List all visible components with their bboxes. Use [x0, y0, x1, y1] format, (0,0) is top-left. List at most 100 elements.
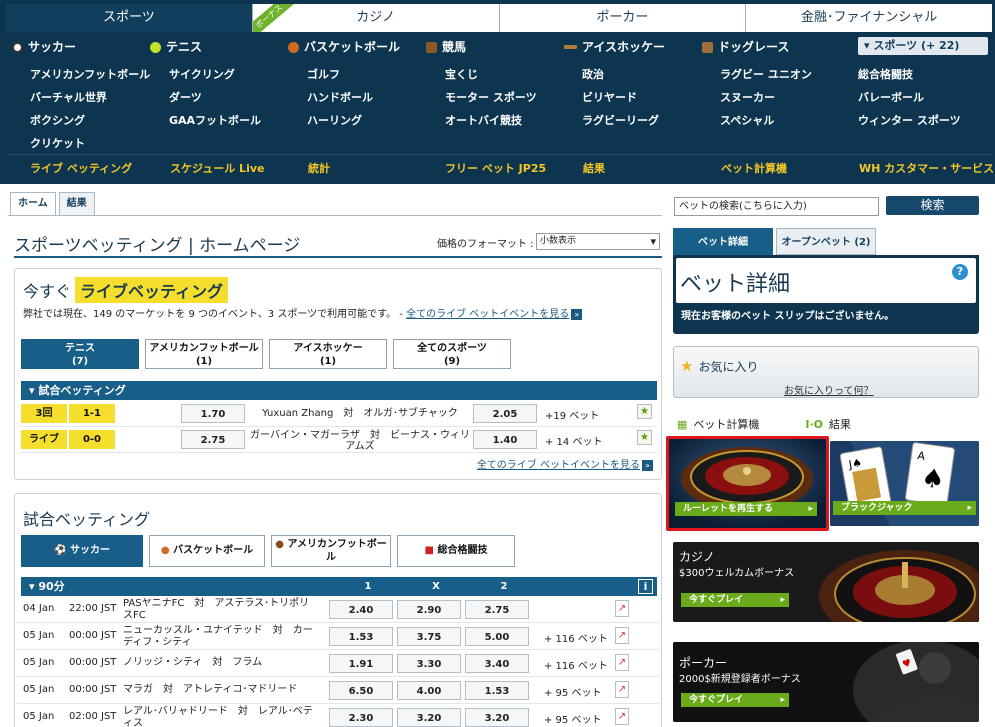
odds-button[interactable]: 2.40: [329, 600, 393, 619]
help-icon[interactable]: ?: [952, 264, 968, 280]
stats-chart-icon[interactable]: ↗: [615, 681, 629, 698]
odds-button[interactable]: 1.53: [329, 627, 393, 646]
link-bet-calculator[interactable]: ベット計算機: [721, 160, 787, 176]
match-tab-basketball[interactable]: ● バスケットボール: [149, 535, 265, 567]
odds-button[interactable]: 1.70: [181, 404, 245, 423]
odds-button[interactable]: 3.20: [397, 708, 461, 727]
sublink[interactable]: オートバイ競技: [445, 112, 522, 128]
sport-link-dog-racing[interactable]: ドッグレース: [702, 36, 789, 58]
poker-promo[interactable]: ♥ ポーカー 2000$新規登録者ボーナス 今すぐプレイ: [673, 642, 979, 722]
tab-casino[interactable]: ボーナス カジノ: [252, 4, 500, 32]
search-button[interactable]: 検索: [886, 196, 979, 215]
price-format-select[interactable]: 小数表示: [536, 233, 660, 250]
odds-button[interactable]: 5.00: [465, 627, 529, 646]
sport-link-horse-racing[interactable]: 競馬: [426, 36, 466, 58]
sport-link-ice-hockey[interactable]: アイスホッケー: [564, 36, 665, 58]
bet-calculator-link[interactable]: ベット計算機: [693, 416, 759, 432]
casino-promo[interactable]: カジノ $300ウェルカムボーナス 今すぐプレイ: [673, 542, 979, 622]
stats-chart-icon[interactable]: ↗: [615, 654, 629, 671]
sublink[interactable]: バレーボール: [858, 89, 924, 105]
more-markets-link[interactable]: + 116 ベット: [544, 657, 608, 672]
link-free-bet[interactable]: フリー ベット JP25: [445, 160, 546, 176]
odds-button[interactable]: 2.90: [397, 600, 461, 619]
sublink[interactable]: ハーリング: [307, 112, 362, 128]
live-tab-all-sports[interactable]: 全てのスポーツ (9): [393, 339, 511, 369]
odds-button[interactable]: 1.40: [473, 430, 537, 449]
roulette-promo[interactable]: ルーレットを再生する: [666, 436, 829, 531]
odds-button[interactable]: 3.75: [397, 627, 461, 646]
sublink[interactable]: バーチャル世界: [30, 89, 107, 105]
sublink[interactable]: クリケット: [30, 135, 85, 151]
tab-sports[interactable]: スポーツ: [6, 4, 253, 32]
odds-button[interactable]: 3.20: [465, 708, 529, 727]
match-tab-soccer[interactable]: ⚽ サッカー: [21, 535, 143, 567]
odds-button[interactable]: 1.53: [465, 681, 529, 700]
more-markets-link[interactable]: + 14 ベット: [545, 433, 602, 448]
event-name[interactable]: Yuxuan Zhang 対 オルガ･サブチャック: [247, 408, 473, 419]
more-markets-link[interactable]: + 95 ベット: [544, 711, 601, 726]
match-name[interactable]: マラガ 対 アトレティコ･マドリード: [123, 684, 319, 696]
sport-link-soccer[interactable]: サッカー: [12, 36, 76, 58]
link-live-betting[interactable]: ライブ ベッティング: [30, 160, 132, 176]
sublink[interactable]: ハンドボール: [307, 89, 373, 105]
tab-poker[interactable]: ポーカー: [499, 4, 747, 32]
odds-button[interactable]: 2.30: [329, 708, 393, 727]
link-schedule-live[interactable]: スケジュール Live: [170, 160, 264, 176]
poker-play-button[interactable]: 今すぐプレイ: [681, 693, 789, 707]
match-name[interactable]: ニューカッスル・ユナイテッド 対 カーディフ・シティ: [123, 625, 319, 649]
odds-button[interactable]: 6.50: [329, 681, 393, 700]
sublink[interactable]: ウィンター スポーツ: [858, 112, 961, 128]
sublink[interactable]: スペシャル: [720, 112, 774, 128]
sport-link-tennis[interactable]: テニス: [150, 36, 202, 58]
stats-chart-icon[interactable]: ↗: [615, 708, 629, 725]
sublink[interactable]: 政治: [582, 66, 604, 82]
sublink[interactable]: サイクリング: [169, 66, 235, 82]
more-markets-link[interactable]: + 116 ベット: [544, 630, 608, 645]
stats-chart-icon[interactable]: ↗: [615, 627, 629, 644]
odds-button[interactable]: 1.91: [329, 654, 393, 673]
tab-finance[interactable]: 金融･ファイナンシャル: [746, 4, 992, 32]
live-tab-tennis[interactable]: テニス (7): [21, 339, 139, 369]
odds-button[interactable]: 3.30: [397, 654, 461, 673]
sublink[interactable]: ダーツ: [169, 89, 202, 105]
sublink[interactable]: ラグビー ユニオン: [720, 66, 812, 82]
more-markets-link[interactable]: + 95 ベット: [544, 684, 601, 699]
link-results[interactable]: 結果: [583, 160, 605, 176]
star-icon[interactable]: ★: [637, 404, 652, 419]
live-tab-ice-hockey[interactable]: アイスホッケー (1): [269, 339, 387, 369]
sublink[interactable]: ボクシング: [30, 112, 85, 128]
tab-open-bets[interactable]: オープンベット (2): [776, 228, 876, 255]
stats-chart-icon[interactable]: ↗: [615, 600, 629, 617]
blackjack-promo[interactable]: J♠ A ♠ ブラックジャック: [830, 441, 979, 526]
play-roulette-button[interactable]: ルーレットを再生する: [675, 502, 817, 516]
sublink[interactable]: ラグビーリーグ: [582, 112, 659, 128]
match-name[interactable]: ノリッジ・シティ 対 フラム: [123, 657, 319, 669]
favorites-help-link[interactable]: お気に入りって何？: [784, 382, 874, 397]
sublink[interactable]: 総合格闘技: [858, 66, 913, 82]
link-stats[interactable]: 統計: [308, 160, 330, 176]
casino-play-button[interactable]: 今すぐプレイ: [681, 593, 789, 607]
tab-home[interactable]: ホーム: [10, 192, 56, 216]
more-markets-link[interactable]: +19 ベット: [545, 407, 599, 422]
sublink[interactable]: 宝くじ: [445, 66, 478, 82]
match-tab-mma[interactable]: ■ 総合格闘技: [397, 535, 515, 567]
all-live-events-link-bottom[interactable]: 全てのライブ ベットイベントを見る»: [477, 456, 653, 471]
odds-button[interactable]: 4.00: [397, 681, 461, 700]
info-icon[interactable]: i: [638, 579, 653, 594]
star-icon[interactable]: ★: [637, 430, 652, 445]
sublink[interactable]: ゴルフ: [307, 66, 340, 82]
match-tab-american-football[interactable]: ● アメリカンフットボール: [271, 535, 391, 567]
odds-button[interactable]: 2.75: [465, 600, 529, 619]
sublink[interactable]: モーター スポーツ: [445, 89, 537, 105]
tab-bet-details[interactable]: ベット詳細: [673, 228, 773, 255]
results-link[interactable]: 結果: [829, 416, 851, 432]
match-name[interactable]: レアル･バリャドリード 対 レアル･ベティス: [123, 706, 319, 727]
sublink[interactable]: スヌーカー: [720, 89, 775, 105]
all-live-events-link[interactable]: 全てのライブ ベットイベントを見る: [406, 309, 569, 320]
event-name[interactable]: ガーバイン・マガーラザ 対 ビーナス・ウィリアムズ: [247, 430, 473, 452]
bet-search-input[interactable]: ベットの検索(こちらに入力): [674, 197, 879, 216]
sublink[interactable]: アメリカンフットボール: [30, 66, 150, 82]
sublink[interactable]: ビリヤード: [582, 89, 637, 105]
sport-link-basketball[interactable]: バスケットボール: [288, 36, 400, 58]
more-sports-dropdown[interactable]: ▾ スポーツ (+ 22): [858, 37, 988, 55]
